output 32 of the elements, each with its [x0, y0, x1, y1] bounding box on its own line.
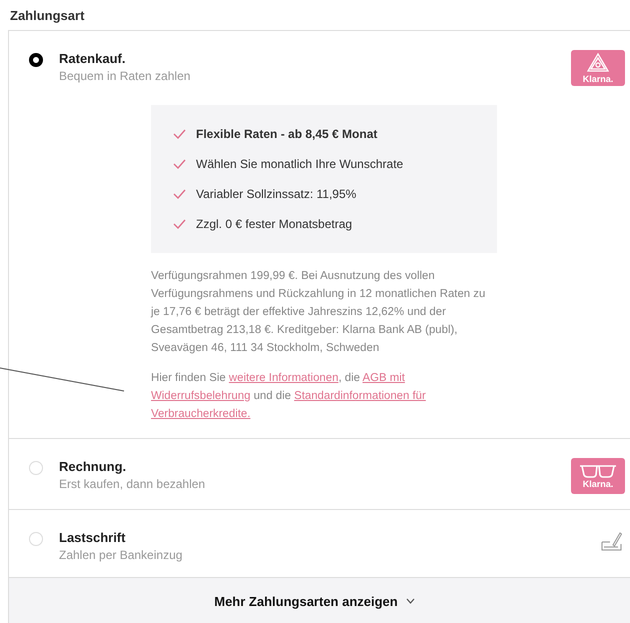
check-icon [173, 159, 186, 169]
feature-text: Wählen Sie monatlich Ihre Wunschrate [196, 157, 404, 171]
option-title: Ratenkauf. [59, 50, 126, 67]
option-title: Lastschrift [59, 529, 126, 546]
link[interactable]: AGB mit [362, 372, 405, 384]
info-text: Hier finden Sie [151, 372, 227, 384]
sunglasses-icon [579, 464, 617, 478]
show-more-button[interactable]: Mehr Zahlungsarten anzeigen [9, 578, 630, 623]
check-icon [173, 219, 186, 229]
radio-button[interactable] [29, 53, 43, 67]
feature-text: Flexible Raten - ab 8,45 € Monat [196, 127, 378, 141]
legal-text: Verfügungsrahmen 199,99 €. Bei Ausnutzung des vollen Verfügungsrahmens und Rückzahlung in 12 monatlichen Raten zu je 17,76 € beträgt der effektive Jahreszins 12,62% und der Gesamtbetrag 213,18 €. Kreditgeber: Klarna Bank AB (publ), Sveavägen 46, 111 34 Stockholm, Schweden [151, 269, 486, 356]
link[interactable]: Standardinformationen für [294, 390, 426, 402]
option-title: Rechnung. [59, 458, 128, 475]
feature-text: Zzgl. 0 € fester Monatsbetrag [196, 217, 352, 231]
option-subtitle: Bequem in Raten zahlen [59, 69, 192, 83]
option-subtitle: Zahlen per Bankeinzug [59, 548, 184, 562]
link[interactable]: Widerrufsbelehrung [151, 390, 250, 402]
klarna-logo-text: Klarna. [582, 478, 614, 488]
info-text: und die [252, 390, 292, 402]
signature-icon [600, 531, 622, 551]
link[interactable]: Verbraucherkredite. [151, 408, 250, 420]
feature-text: Variabler Sollzinssatz: 11,95% [196, 187, 356, 201]
pizza-slice-icon [587, 52, 609, 72]
chevron-down-icon [406, 598, 415, 604]
info-text: , die [338, 372, 361, 384]
check-icon [173, 189, 186, 199]
link[interactable]: weitere Informationen [228, 372, 338, 384]
option-subtitle: Erst kaufen, dann bezahlen [59, 477, 206, 491]
section-title: Zahlungsart [9, 7, 86, 25]
check-icon [173, 129, 186, 139]
klarna-logo-text: Klarna. [582, 74, 614, 84]
